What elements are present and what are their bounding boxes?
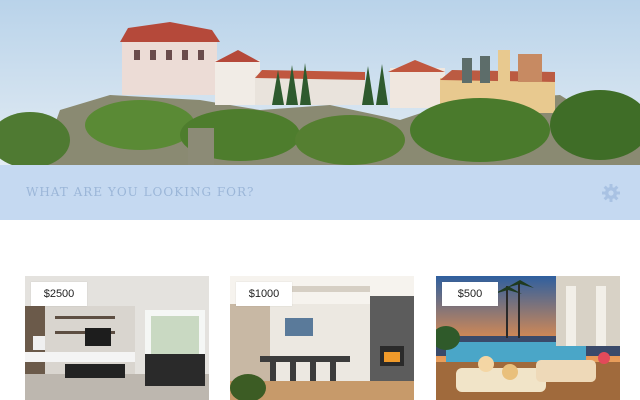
listing-card[interactable]: $500 [436,276,620,400]
listing-grid: $2500 $1000 $500 [0,276,640,400]
price-badge: $1000 [236,282,292,306]
hero-banner-image [0,0,640,165]
search-bar [0,165,640,220]
gear-icon[interactable] [601,183,621,203]
listing-card[interactable]: $1000 [230,276,414,400]
price-badge: $2500 [31,282,87,306]
search-input[interactable] [14,177,574,207]
price-badge: $500 [442,282,498,306]
listing-card[interactable]: $2500 [25,276,209,400]
